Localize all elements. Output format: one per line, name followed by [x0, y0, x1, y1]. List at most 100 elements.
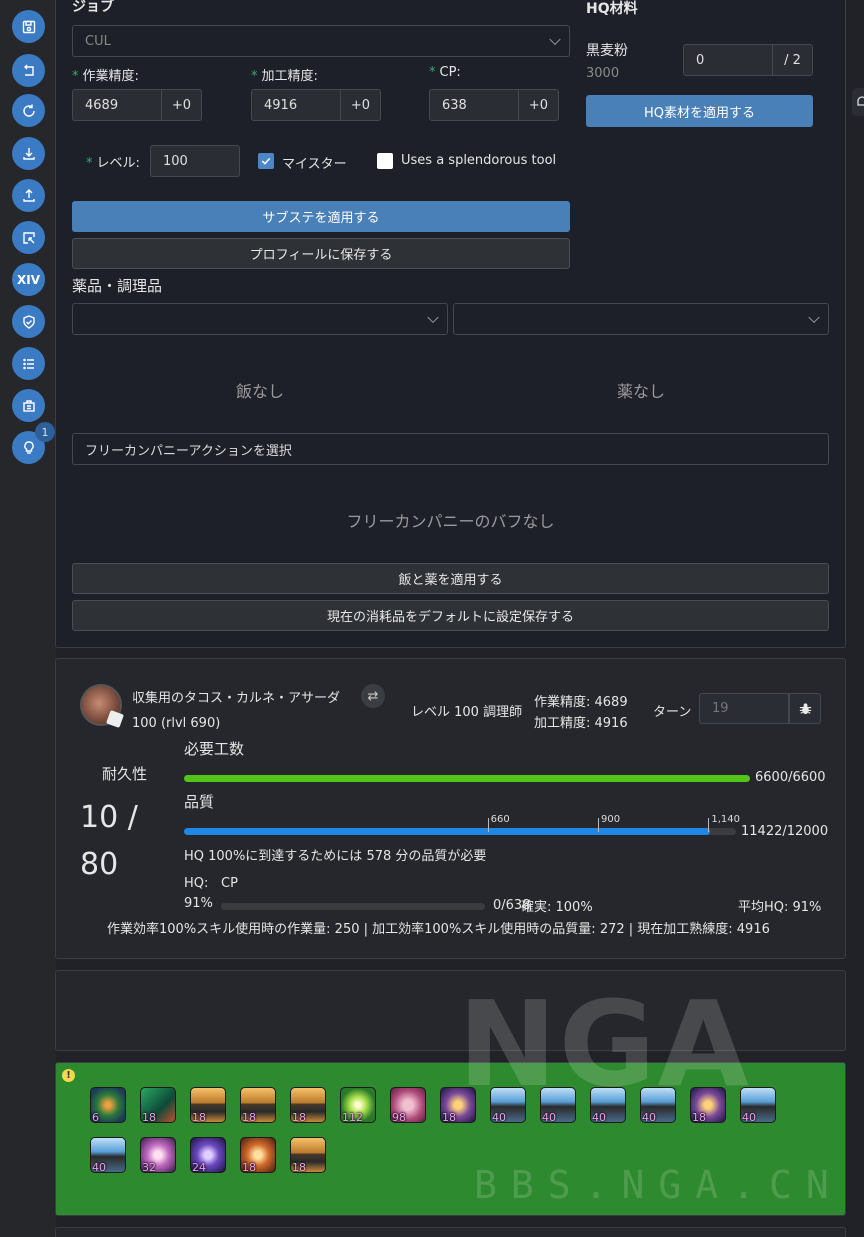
save-profile-button[interactable]: プロフィールに保存する [72, 238, 570, 269]
avg-hq-text: 平均HQ: 91% [738, 900, 822, 915]
watermark-url: BBS.NGA.CN [474, 1163, 843, 1207]
progress-bar [184, 775, 750, 782]
manipulation-icon[interactable]: 32 [140, 1137, 176, 1173]
skill-cost: 18 [242, 1161, 256, 1173]
warning-icon: ! [62, 1069, 75, 1082]
byregots-icon[interactable]: 24 [190, 1137, 226, 1173]
job-select[interactable]: CUL [72, 25, 570, 57]
hq-count-input[interactable]: 0 [683, 44, 773, 76]
quality-marker [487, 818, 489, 832]
splendorous-checkbox[interactable] [377, 153, 393, 169]
sim-control: 加工精度: 4916 [534, 716, 628, 731]
quality-markers: 660 900 1,140 [184, 814, 740, 834]
upload-icon[interactable] [12, 179, 45, 212]
save-default-consumables-button[interactable]: 現在の消耗品をデフォルトに設定保存する [72, 600, 829, 631]
xiv-icon[interactable]: XIV [12, 263, 45, 296]
level-label: * レベル: [86, 156, 140, 171]
job-select-value: CUL [85, 33, 111, 49]
hq-max: / 2 [772, 44, 813, 76]
turn-input[interactable]: 19 [699, 693, 789, 724]
skill-cost: 112 [342, 1111, 363, 1123]
control-label: * 加工精度: [251, 69, 318, 84]
level-input[interactable]: 100 [150, 145, 240, 177]
craftsmanship-input[interactable]: 4689 [72, 89, 162, 121]
hands-icon[interactable]: 18 [240, 1137, 276, 1173]
cp-input[interactable]: 638 [429, 89, 519, 121]
quality-text: 11422/12000 [741, 824, 829, 839]
apply-consumables-button[interactable]: 飯と薬を適用する [72, 563, 829, 594]
hq-label: HQ: [184, 876, 209, 891]
pan-icon[interactable]: 18 [290, 1087, 326, 1123]
skill-cost: 6 [92, 1111, 99, 1123]
hq-item-name: 黒麦粉 [586, 43, 628, 59]
skill-cost: 18 [192, 1111, 206, 1123]
recipe-name: 収集用のタコス・カルネ・アサーダ [132, 691, 341, 706]
control-input[interactable]: 4916 [251, 89, 341, 121]
pan-icon[interactable]: 18 [240, 1087, 276, 1123]
progress-label: 必要工数 [184, 740, 245, 758]
skill-cost: 24 [192, 1161, 206, 1173]
durability-label: 耐久性 [102, 765, 148, 783]
crafter-info: レベル 100 調理師 [411, 705, 523, 720]
food-select[interactable] [72, 303, 448, 335]
hq-heading: HQ材料 [586, 1, 638, 17]
recipe-level: 100 (rlvl 690) [132, 716, 221, 731]
fc-none-text: フリーカンパニーのバフなし [346, 512, 555, 531]
save-icon[interactable] [12, 10, 45, 43]
quality-marker-label: 900 [601, 814, 621, 825]
hq-item-quality: 3000 [586, 66, 620, 81]
hq-percent: 91% [184, 896, 213, 911]
skill-cost: 98 [392, 1111, 406, 1123]
durability-max: 80 [80, 847, 119, 882]
quality-label: 品質 [184, 793, 215, 811]
craftsmanship-label: * 作業精度: [72, 69, 139, 84]
apply-hq-button[interactable]: HQ素材を適用する [586, 95, 813, 127]
durability-value: 10 / [80, 800, 138, 835]
download-icon[interactable] [12, 137, 45, 170]
cp-bonus: +0 [518, 89, 559, 121]
veneration-icon[interactable]: 18 [140, 1087, 176, 1123]
cp-label: * CP: [429, 65, 461, 80]
fc-action-select[interactable]: フリーカンパニーアクションを選択 [72, 433, 829, 465]
skill-cost: 18 [292, 1111, 306, 1123]
consumables-heading: 薬品・調理品 [72, 277, 163, 295]
food-none-text: 飯なし [235, 382, 284, 401]
quality-marker [598, 818, 599, 832]
skill-cost: 40 [92, 1161, 106, 1173]
cp-bar [221, 903, 485, 910]
skill-cost: 18 [242, 1111, 256, 1123]
bell-icon[interactable] [852, 88, 864, 116]
turn-label: ターン [653, 705, 692, 720]
bug-icon[interactable] [789, 693, 821, 724]
sim-footer: 作業効率100%スキル使用時の作業量: 250 | 加工効率100%スキル使用時… [107, 922, 770, 937]
sim-craftsmanship: 作業精度: 4689 [534, 695, 628, 710]
medicine-select[interactable] [453, 303, 829, 335]
meister-checkbox[interactable] [258, 153, 274, 169]
great-strides-icon[interactable]: 98 [390, 1087, 426, 1123]
certainty-text: 確実: 100% [521, 900, 593, 915]
innovation-icon[interactable]: 112 [340, 1087, 376, 1123]
shield-icon[interactable] [12, 305, 45, 338]
quality-marker [708, 818, 710, 832]
muscle-memory-icon[interactable]: 6 [90, 1087, 126, 1123]
refresh-icon[interactable] [12, 94, 45, 127]
skill-cost: 18 [442, 1111, 456, 1123]
building-icon[interactable] [12, 389, 45, 422]
pan-icon[interactable]: 18 [190, 1087, 226, 1123]
pan-blue-icon[interactable]: 40 [90, 1137, 126, 1173]
recipe-item-icon [80, 684, 124, 728]
apply-substats-button[interactable]: サブステを適用する [72, 201, 570, 232]
sidebar: XIV 1 [0, 0, 56, 1237]
chevron-down-icon [808, 311, 820, 324]
tips-count-badge: 1 [35, 422, 55, 442]
quality-marker-label: 660 [490, 814, 510, 825]
skill-cost: 32 [142, 1161, 156, 1173]
list-icon[interactable] [12, 347, 45, 380]
undo-icon[interactable] [12, 54, 45, 87]
swap-icon[interactable]: ⇄ [361, 684, 385, 708]
select-icon[interactable] [12, 221, 45, 254]
pan-icon[interactable]: 18 [290, 1137, 326, 1173]
medicine-none-text: 薬なし [616, 382, 665, 401]
skill-cost: 18 [292, 1161, 306, 1173]
hq-needed-text: HQ 100%に到達するためには 578 分の品質が必要 [184, 849, 487, 864]
